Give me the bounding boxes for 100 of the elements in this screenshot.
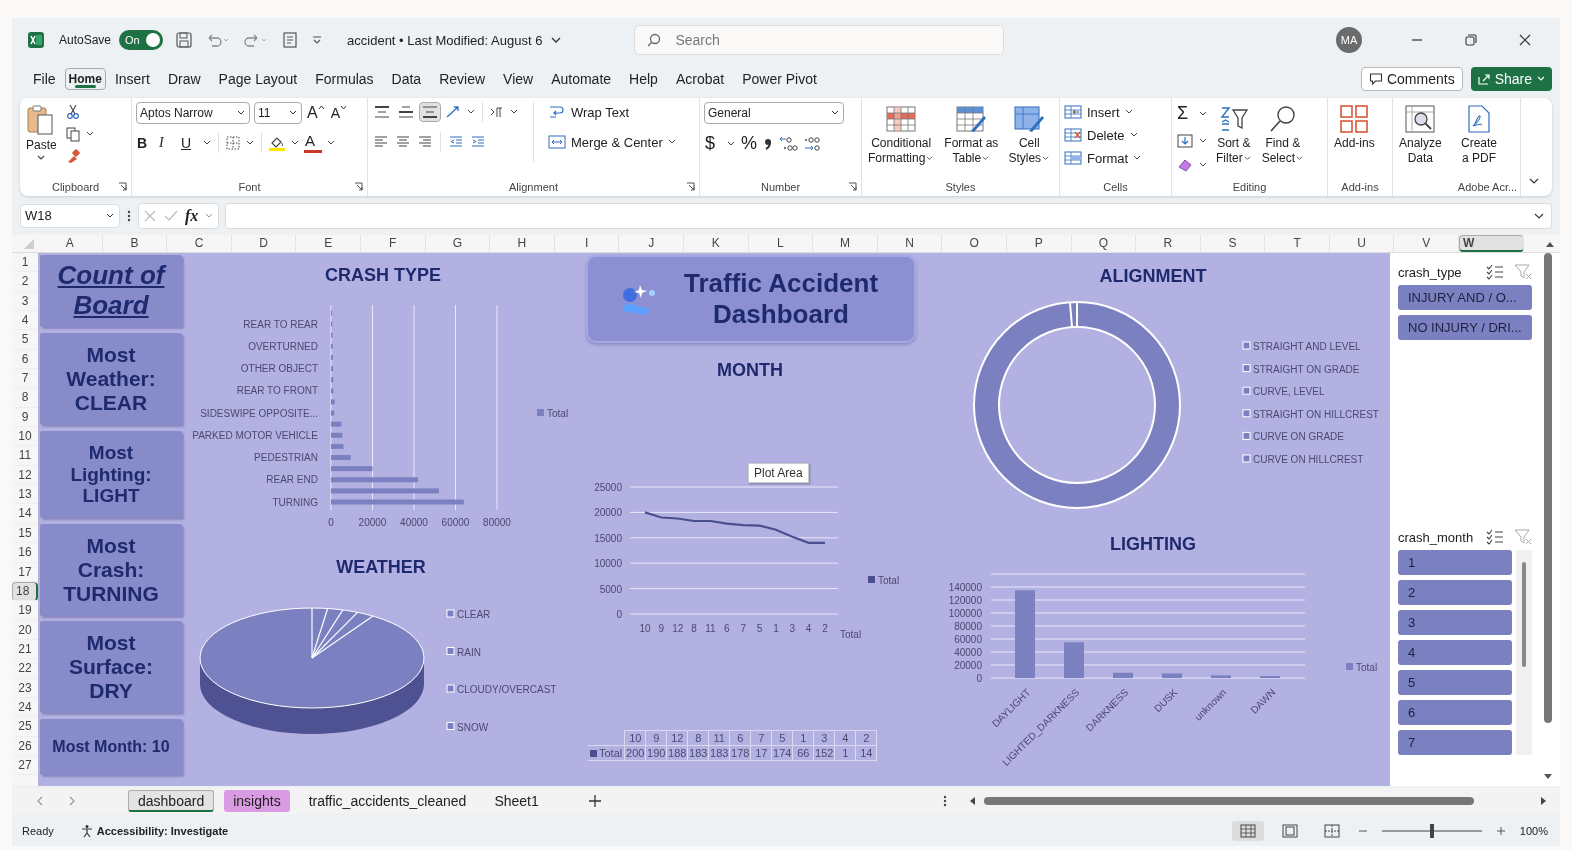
slicer-item[interactable]: 4 [1398, 640, 1512, 665]
column-header[interactable]: O [942, 235, 1007, 252]
caret-icon[interactable] [326, 138, 336, 147]
caret-icon[interactable] [245, 138, 255, 147]
column-header[interactable]: U [1329, 235, 1395, 252]
dialog-launcher-icon[interactable] [848, 182, 857, 191]
formula-field[interactable] [225, 202, 1552, 229]
search-field[interactable]: Search [634, 25, 1005, 55]
grow-font-button[interactable]: A [306, 103, 326, 123]
percent-button[interactable]: % [740, 132, 758, 155]
column-header[interactable]: H [490, 235, 555, 252]
column-header[interactable]: K [683, 235, 749, 252]
column-header[interactable]: J [619, 235, 684, 252]
orientation-icon[interactable] [444, 104, 462, 120]
caret-icon[interactable] [509, 108, 519, 116]
share-button[interactable]: Share [1470, 67, 1552, 91]
menu-tab[interactable]: Automate [542, 65, 621, 93]
vertical-align-button[interactable] [396, 103, 416, 121]
increase-decimal-icon[interactable] [778, 134, 798, 153]
dialog-launcher-icon[interactable] [686, 182, 695, 191]
caret-icon[interactable] [1123, 108, 1134, 116]
column-header[interactable]: E [296, 235, 361, 252]
menu-tab[interactable]: Power Pivot [733, 65, 826, 93]
insert-function-button[interactable]: fx [185, 206, 199, 225]
merge-center-button[interactable]: Merge & Center [548, 132, 663, 152]
dialog-launcher-icon[interactable] [354, 182, 363, 191]
customize-caret-icon[interactable] [311, 34, 324, 46]
autosum-button[interactable]: Σ [1176, 102, 1194, 125]
caret-icon[interactable] [666, 138, 677, 146]
autosave-toggle[interactable]: On [119, 30, 164, 50]
slicer-item[interactable]: 3 [1398, 610, 1512, 635]
name-box[interactable]: W18 [20, 203, 120, 228]
column-header[interactable]: M [813, 235, 878, 252]
column-header[interactable]: T [1265, 235, 1330, 252]
shrink-font-button[interactable]: A [329, 104, 348, 122]
menu-tab[interactable]: Data [382, 65, 431, 93]
multi-select-icon[interactable] [1486, 264, 1504, 280]
menu-tab[interactable]: Review [430, 65, 495, 93]
vertical-align-button[interactable] [420, 103, 440, 121]
menu-tab[interactable]: File [24, 65, 65, 93]
editing-button[interactable]: Sort & Filter [1214, 102, 1254, 168]
sheet-tab[interactable]: Sheet1 [485, 790, 548, 812]
align-center-icon[interactable] [394, 134, 412, 150]
slicer-item[interactable]: 5 [1398, 670, 1512, 695]
column-header[interactable]: W [1459, 235, 1524, 252]
bold-button[interactable]: B [136, 133, 154, 152]
scrollbar-thumb[interactable] [984, 797, 1474, 805]
align-left-icon[interactable] [372, 134, 390, 150]
column-header[interactable]: G [425, 235, 491, 252]
kpi-link[interactable]: Count of Board [42, 261, 180, 321]
paste-button[interactable]: Paste [24, 102, 59, 164]
vertical-align-button[interactable] [372, 103, 392, 121]
menu-tab[interactable]: Page Layout [209, 65, 307, 93]
eraser-icon[interactable] [1176, 157, 1194, 173]
save-icon[interactable] [175, 31, 194, 49]
column-header[interactable]: A [38, 235, 103, 252]
accessibility-status[interactable]: Accessibility: Investigate [96, 825, 229, 837]
zoom-level[interactable]: 100% [1519, 825, 1548, 837]
caret-icon[interactable] [1198, 161, 1208, 169]
caret-icon[interactable] [290, 138, 300, 147]
cells-button[interactable]: Format [1064, 148, 1129, 168]
slicer-item[interactable]: 7 [1398, 730, 1512, 755]
column-header[interactable]: R [1136, 235, 1201, 252]
form-icon[interactable] [281, 31, 300, 49]
comments-button[interactable]: Comments [1360, 67, 1463, 91]
zoom-in-icon[interactable] [1495, 826, 1506, 836]
column-header[interactable]: B [102, 235, 168, 252]
column-header[interactable]: D [231, 235, 297, 252]
italic-button[interactable]: I [158, 133, 176, 152]
caret-icon[interactable] [1128, 131, 1139, 139]
menu-tab[interactable]: Acrobat [666, 65, 734, 93]
column-header[interactable]: C [167, 235, 232, 252]
caret-icon[interactable] [84, 130, 95, 138]
sheet-tab[interactable]: traffic_accidents_cleaned [299, 790, 476, 812]
editing-button[interactable]: Find & Select [1259, 102, 1307, 168]
column-header[interactable]: L [748, 235, 814, 252]
row-header[interactable]: 18 [12, 581, 38, 602]
more-icon[interactable] [942, 794, 948, 808]
styles-button[interactable]: Conditional Formatting [866, 102, 937, 168]
align-right-icon[interactable] [416, 134, 434, 150]
column-header[interactable]: F [360, 235, 426, 252]
menu-tab[interactable]: Insert [105, 65, 159, 93]
analyze-data-button[interactable]: Analyze Data [1397, 102, 1444, 168]
menu-tab[interactable]: Draw [158, 65, 210, 93]
add-sheet-icon[interactable] [587, 794, 602, 808]
sheet-tab[interactable]: insights [224, 790, 290, 812]
accessibility-icon[interactable] [79, 824, 94, 838]
dialog-launcher-icon[interactable] [118, 182, 127, 191]
zoom-slider-thumb[interactable] [1429, 824, 1434, 838]
menu-tab[interactable]: View [494, 65, 543, 93]
view-button[interactable] [1231, 821, 1264, 841]
font-family-select[interactable]: Aptos Narrow [136, 102, 250, 124]
close-icon[interactable] [1518, 33, 1532, 47]
more-icon[interactable] [126, 208, 132, 223]
text-direction-icon[interactable] [489, 104, 505, 120]
wrap-text-button[interactable]: Wrap Text [548, 102, 677, 122]
caret-icon[interactable] [1198, 109, 1208, 118]
menu-tab[interactable]: Home [64, 68, 106, 90]
caret-icon[interactable] [1132, 154, 1143, 162]
copy-icon[interactable] [64, 126, 81, 142]
